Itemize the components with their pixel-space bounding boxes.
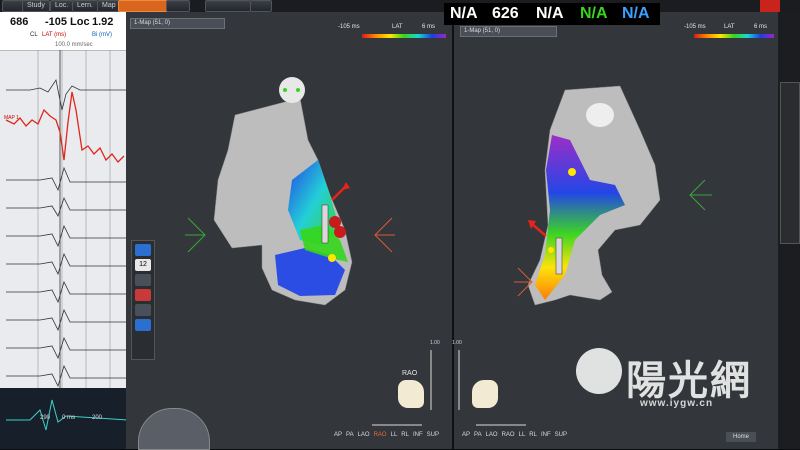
side-toolbar [778,12,800,449]
orientation-right [689,179,712,211]
tool-button[interactable] [135,289,151,301]
zoom-value-right: 1.00 [452,340,462,346]
zoom-slider-right[interactable] [458,350,460,410]
readout-value: N/A [580,5,608,22]
view-pa[interactable]: PA [346,432,354,442]
readout-value: 626 [492,5,519,22]
tag-point [568,168,576,176]
readout-value: N/A [450,5,478,22]
valve-marker [283,88,287,92]
opacity-slider-right[interactable] [476,424,526,426]
tag-point [548,247,554,253]
view-buttons-right: AP PA LAO RAO LL RL INF SUP [462,432,602,442]
view-label: RAO [402,370,418,377]
view-inf[interactable]: INF [541,432,551,442]
view-ll[interactable]: LL [391,432,398,442]
view-sup[interactable]: SUP [555,432,567,442]
catheter-direction-arrow [531,223,547,237]
view-pa[interactable]: PA [474,432,482,442]
view-buttons: AP PA LAO RAO LL RL INF SUP [334,432,474,442]
orientation-left [185,217,206,253]
tool-button[interactable] [135,319,151,331]
view-sup[interactable]: SUP [427,432,439,442]
point-list[interactable] [780,82,800,244]
ablation-point [334,226,346,238]
watermark-logo [576,348,622,394]
zoom-value: 1.00 [430,340,440,346]
view-ap[interactable]: AP [334,432,342,442]
watermark-url: www.iygw.cn [640,398,714,409]
view-rao[interactable]: RAO [502,432,515,442]
tool-button[interactable] [135,244,151,256]
arrow-head [342,182,350,190]
tool-button[interactable] [135,274,151,286]
tool-palette: 12 [131,240,155,360]
view-ap[interactable]: AP [462,432,470,442]
orientation-left-r [374,217,395,253]
opacity-slider[interactable] [372,424,422,426]
view-inf[interactable]: INF [413,432,423,442]
valve-left [279,77,305,103]
view-lao[interactable]: LAO [358,432,370,442]
readout-value: N/A [622,5,650,22]
valve-right [586,103,614,127]
view-rl[interactable]: RL [529,432,537,442]
view-rl[interactable]: RL [401,432,409,442]
heart-orientation-model-right [472,380,498,408]
tag-point [328,254,336,262]
heart-orientation-model-left [398,380,424,408]
catheter-left [321,204,329,244]
catheter-right [555,237,563,275]
live-readout: N/A 626 N/A N/A N/A [444,3,660,25]
tool-button[interactable] [135,304,151,316]
valve-marker [296,88,300,92]
orientation-right-r [514,267,533,297]
zoom-slider[interactable] [430,350,432,410]
view-ll[interactable]: LL [519,432,526,442]
readout-value: N/A [536,5,564,22]
home-button[interactable]: Home [726,432,756,442]
view-lao[interactable]: LAO [486,432,498,442]
view-rao[interactable]: RAO [374,432,387,442]
point-count: 12 [135,259,151,271]
